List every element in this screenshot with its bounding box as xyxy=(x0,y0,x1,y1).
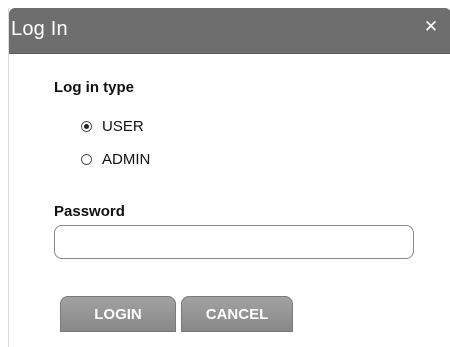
radio-admin-label: ADMIN xyxy=(102,150,151,168)
radio-admin[interactable] xyxy=(81,153,92,165)
dialog-titlebar[interactable]: Log In ✕ xyxy=(9,8,450,54)
radio-option-user[interactable]: USER xyxy=(81,115,144,137)
login-type-label: Log in type xyxy=(54,79,134,96)
dialog-title: Log In xyxy=(11,18,68,40)
login-button[interactable]: LOGIN xyxy=(60,296,176,332)
cancel-button[interactable]: CANCEL xyxy=(181,296,293,332)
radio-option-admin[interactable]: ADMIN xyxy=(81,148,150,170)
login-dialog: Log In ✕ Log in type USER ADMIN Password… xyxy=(8,8,450,347)
password-field[interactable] xyxy=(54,225,414,259)
radio-user-label: USER xyxy=(102,117,144,135)
close-icon[interactable]: ✕ xyxy=(421,17,441,37)
password-label: Password xyxy=(54,203,125,220)
radio-user[interactable] xyxy=(81,120,92,132)
